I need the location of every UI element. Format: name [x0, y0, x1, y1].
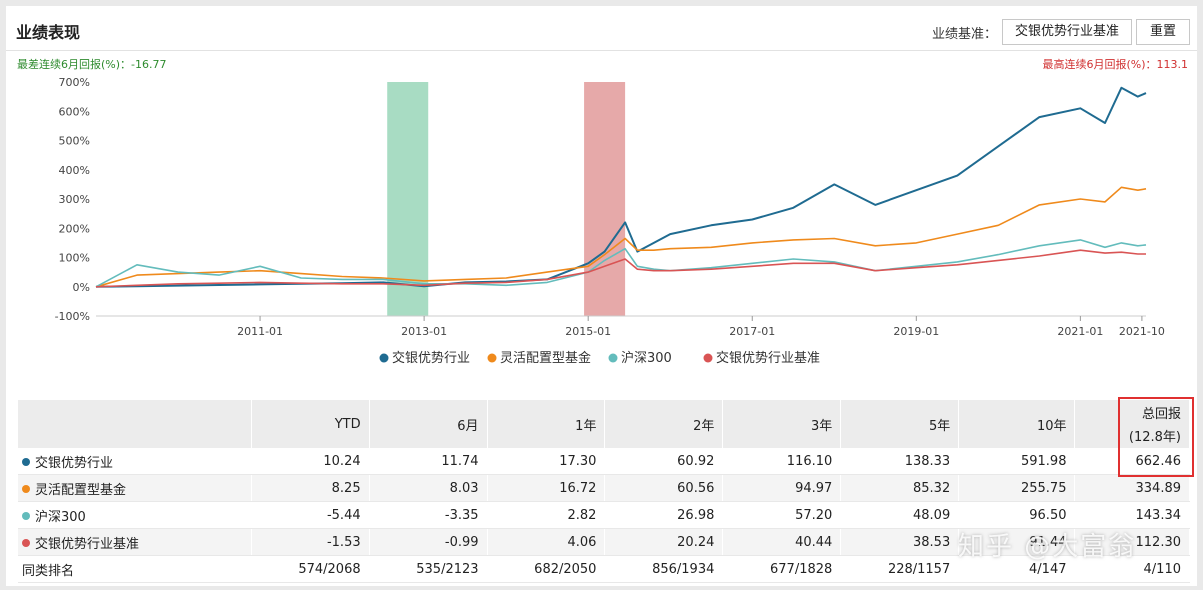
table-header-cell: 10年: [958, 400, 1076, 448]
row-name: 交银优势行业基准: [35, 536, 140, 552]
series-dot-icon: [22, 484, 30, 493]
row-name-cell: 交银优势行业: [18, 448, 252, 475]
row-name-cell: 灵活配置型基金: [18, 474, 252, 502]
table-header-cell: 5年: [840, 400, 960, 448]
table-cell: 48.09: [840, 501, 960, 529]
performance-chart: 700% 600% 500% 400% 300% 200% 100% 0% -100% 2011-…: [55, 76, 1165, 366]
table-cell: 38.53: [840, 528, 960, 556]
row-name: 沪深300: [35, 509, 86, 525]
table-cell: 16.72: [487, 474, 606, 502]
y-tick-label: 200%: [59, 222, 90, 235]
table-cell: 40.44: [722, 528, 842, 556]
table-cell: 17.30: [487, 448, 606, 475]
x-tick-label: 2019-01: [893, 325, 939, 338]
x-tick-label: 2017-01: [729, 325, 775, 338]
rank-cell: 682/2050: [487, 555, 606, 583]
row-name: 交银优势行业: [35, 455, 114, 471]
y-tick-label: 100%: [59, 252, 90, 265]
rank-cell: 677/1828: [722, 555, 842, 583]
x-tick-label: 2021-10: [1119, 325, 1165, 338]
legend-marker-csi300: [608, 353, 618, 363]
table-row: 灵活配置型基金 8.25 8.03 16.72 60.56 94.97 85.32 255.7…: [18, 474, 1190, 502]
worst-6m-return: 最差连续6月回报(%)：-16.77: [17, 58, 167, 71]
table-cell: 85.32: [840, 474, 960, 502]
reset-button[interactable]: 重置: [1136, 19, 1190, 45]
table-header-row: YTD 6月 1年 2年 3年 5年 10年 总回报 (12.8年): [18, 400, 1190, 448]
performance-panel: 业绩表现 业绩基准： 交银优势行业基准 重置 最差连续6月回报(%)：-16.7…: [6, 6, 1197, 586]
table-header-cell: YTD: [251, 400, 370, 448]
table-cell: 20.24: [604, 528, 724, 556]
legend-marker-fund: [379, 353, 389, 363]
row-name-cell: 沪深300: [18, 501, 252, 529]
table-cell: 143.34: [1074, 501, 1190, 529]
table-cell: 4.06: [487, 528, 606, 556]
table-header-cell: 6月: [369, 400, 488, 448]
x-tick-label: 2011-01: [237, 325, 283, 338]
table-cell: 591.98: [958, 448, 1076, 475]
table-cell: -0.99: [369, 528, 488, 556]
rank-cell: 574/2068: [251, 555, 370, 583]
y-tick-label: 300%: [59, 193, 90, 206]
table-cell: 10.24: [251, 448, 370, 475]
series-dot-icon: [22, 457, 30, 466]
legend-label-bench: 交银优势行业基准: [716, 350, 820, 366]
series-dot-icon: [22, 538, 30, 547]
table-cell: 2.82: [487, 501, 606, 529]
table-cell: 26.98: [604, 501, 724, 529]
panel-title: 业绩表现: [16, 23, 81, 42]
legend-marker-bench: [703, 353, 713, 363]
rank-cell: 535/2123: [369, 555, 488, 583]
table-cell: 138.33: [840, 448, 960, 475]
best-period-band: [584, 82, 626, 316]
x-tick-label: 2015-01: [565, 325, 611, 338]
y-tick-label: 0%: [73, 281, 90, 294]
y-tick-label: -100%: [55, 310, 90, 323]
table-row: 交银优势行业 10.24 11.74 17.30 60.92 116.10 138.33 59…: [18, 448, 1190, 475]
panel-header: 业绩表现 业绩基准： 交银优势行业基准 重置: [6, 6, 1197, 51]
table-cell: -3.35: [369, 501, 488, 529]
legend-label-peer: 灵活配置型基金: [500, 350, 591, 366]
table-cell: 96.50: [958, 501, 1076, 529]
table-cell: 60.92: [604, 448, 724, 475]
rank-cell: 228/1157: [840, 555, 960, 583]
table-cell: 255.75: [958, 474, 1076, 502]
y-tick-label: 600%: [59, 105, 90, 118]
table-cell: 11.74: [369, 448, 488, 475]
x-tick-label: 2021-01: [1057, 325, 1103, 338]
series-dot-icon: [22, 511, 30, 520]
table-header-cell: 2年: [604, 400, 724, 448]
best-6m-return: 最高连续6月回报(%)：113.1: [1042, 58, 1188, 71]
table-cell: 334.89: [1074, 474, 1190, 502]
y-tick-label: 700%: [59, 76, 90, 89]
table-cell: -1.53: [251, 528, 370, 556]
table-header-name: [18, 400, 252, 448]
total-return-highlight-box: [1118, 397, 1194, 477]
legend-label-fund: 交银优势行业: [392, 350, 470, 366]
table-header-cell: 1年: [487, 400, 606, 448]
table-header-cell: 3年: [722, 400, 842, 448]
benchmark-select-button[interactable]: 交银优势行业基准: [1002, 19, 1132, 45]
watermark: 知乎 @大富翁: [958, 532, 1137, 562]
legend-marker-peer: [487, 353, 497, 363]
y-tick-label: 500%: [59, 135, 90, 148]
table-cell: 8.03: [369, 474, 488, 502]
table-cell: 116.10: [722, 448, 842, 475]
table-cell: 57.20: [722, 501, 842, 529]
table-cell: 60.56: [604, 474, 724, 502]
benchmark-label: 业绩基准：: [932, 27, 998, 42]
row-name-cell: 交银优势行业基准: [18, 528, 252, 556]
table-cell: 94.97: [722, 474, 842, 502]
table-row: 沪深300 -5.44 -3.35 2.82 26.98 57.20 48.09 96.50 1…: [18, 501, 1190, 529]
row-name: 灵活配置型基金: [35, 482, 127, 498]
x-tick-label: 2013-01: [401, 325, 447, 338]
y-tick-label: 400%: [59, 164, 90, 177]
rank-cell: 856/1934: [604, 555, 724, 583]
rank-row-label: 同类排名: [18, 555, 252, 583]
table-cell: 8.25: [251, 474, 370, 502]
legend-label-csi300: 沪深300: [621, 350, 672, 366]
table-cell: -5.44: [251, 501, 370, 529]
